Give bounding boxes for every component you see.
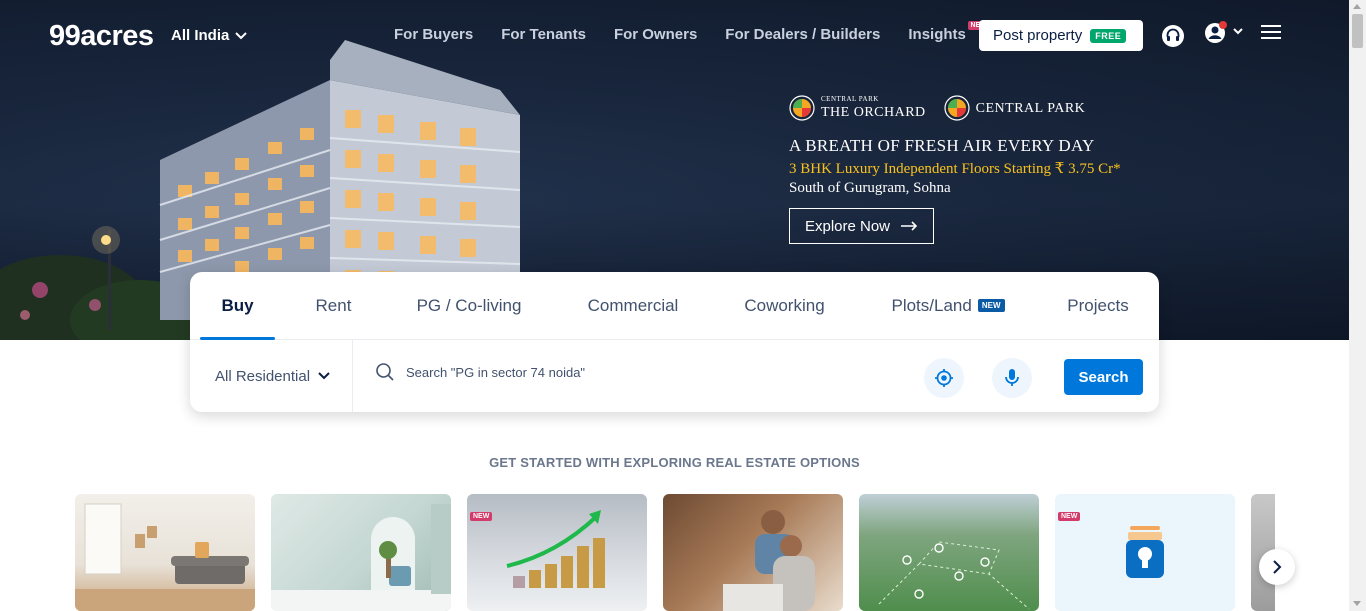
scrollbar-thumb[interactable] [1352, 14, 1363, 48]
ad-location: South of Gurugram, Sohna [789, 180, 951, 196]
brand2-name: CENTRAL PARK [975, 100, 1086, 116]
arrow-right-icon [901, 221, 918, 231]
user-account-menu[interactable] [1204, 21, 1246, 50]
detect-location-button[interactable] [924, 358, 964, 398]
explore-cards-carousel: NEW NEW [75, 494, 1275, 611]
property-type-label: All Residential [215, 367, 311, 385]
nav-for-buyers[interactable]: For Buyers [394, 26, 473, 43]
logo[interactable]: 99acres [49, 20, 154, 53]
chevron-down-icon [318, 372, 330, 380]
tab-projects[interactable]: Projects [1037, 272, 1159, 339]
tab-pg-co-living[interactable]: PG / Co-living [382, 272, 556, 339]
land-plots-image [878, 541, 1030, 610]
user-avatar-icon [1205, 21, 1243, 43]
voice-search-button[interactable] [992, 358, 1032, 398]
new-badge: NEW [977, 299, 1005, 312]
explore-card-investing[interactable]: NEW [467, 494, 647, 611]
tab-buy[interactable]: Buy [190, 272, 285, 340]
search-icon [376, 363, 394, 381]
search-panel: Buy Rent PG / Co-living Commercial Cowor… [190, 272, 1159, 412]
nav-for-tenants[interactable]: For Tenants [501, 26, 586, 43]
new-badge: NEW [470, 512, 493, 521]
explore-now-label: Explore Now [804, 217, 891, 235]
living-room-image [75, 503, 255, 611]
post-property-label: Post property [993, 27, 1083, 44]
page: 99acres All India For Buyers For Tenants… [0, 0, 1366, 611]
tab-plots-land[interactable]: Plots/Land NEW [859, 272, 1037, 339]
explore-now-button[interactable]: Explore Now [789, 208, 934, 244]
microphone-icon [1005, 369, 1019, 386]
room-with-plant-image [271, 504, 451, 611]
main-nav: For Buyers For Tenants For Owners For De… [394, 21, 994, 43]
location-target-icon [935, 369, 953, 387]
chevron-down-icon [235, 31, 248, 39]
nav-for-owners[interactable]: For Owners [614, 26, 697, 43]
coins-growth-image [506, 510, 605, 588]
explore-card-insights[interactable]: NEW [1055, 494, 1235, 611]
hamburger-menu-icon[interactable] [1261, 24, 1281, 45]
free-badge: FREE [1090, 28, 1127, 43]
scroll-down-arrow-icon[interactable] [1353, 601, 1361, 606]
nav-insights[interactable]: InsightsNEW [908, 21, 990, 43]
brand1-big: THE ORCHARD [821, 105, 926, 120]
explore-card-plots[interactable] [859, 494, 1039, 611]
search-button[interactable]: Search [1064, 359, 1143, 395]
explore-section-title: GET STARTED WITH EXPLORING REAL ESTATE O… [489, 455, 860, 470]
tab-coworking[interactable]: Coworking [710, 272, 859, 339]
support-headset-icon[interactable] [1161, 24, 1185, 53]
project-advertisement: CENTRAL PARK THE ORCHARD CENTRAL PARK A … [789, 92, 1121, 244]
search-input-wrapper [375, 362, 886, 382]
scroll-up-arrow-icon[interactable] [1353, 4, 1361, 9]
property-type-dropdown[interactable]: All Residential [190, 340, 353, 412]
tab-commercial[interactable]: Commercial [556, 272, 710, 339]
central-park-emblem-icon [789, 95, 815, 121]
chevron-right-icon [1273, 560, 1282, 574]
couple-at-home-image [723, 510, 815, 611]
nav-for-dealers-builders[interactable]: For Dealers / Builders [725, 26, 880, 43]
page-scrollbar[interactable] [1349, 0, 1366, 611]
ad-headline: A BREATH OF FRESH AIR EVERY DAY [789, 136, 1095, 155]
brand-the-orchard: CENTRAL PARK THE ORCHARD [789, 95, 926, 121]
post-property-button[interactable]: Post property FREE [979, 20, 1143, 51]
new-badge: NEW [1058, 512, 1081, 521]
ad-brand-logos: CENTRAL PARK THE ORCHARD CENTRAL PARK [789, 92, 1121, 124]
region-selector[interactable]: All India [171, 27, 248, 44]
search-bar: All Residential Search [190, 340, 1159, 412]
explore-card-renting[interactable] [271, 494, 451, 611]
central-park-emblem-icon [944, 95, 970, 121]
explore-card-buying[interactable] [75, 494, 255, 611]
search-tabs: Buy Rent PG / Co-living Commercial Cowor… [190, 272, 1159, 340]
tab-rent[interactable]: Rent [285, 272, 382, 339]
explore-card-home-loans[interactable] [663, 494, 843, 611]
brand-central-park: CENTRAL PARK [944, 95, 1086, 121]
carousel-next-button[interactable] [1259, 549, 1295, 585]
lightbulb-icon [1126, 526, 1164, 578]
ad-offer: 3 BHK Luxury Independent Floors Starting… [789, 161, 1121, 177]
top-header: 99acres All India For Buyers For Tenants… [0, 0, 1349, 70]
region-label: All India [171, 27, 230, 44]
brand1-small: CENTRAL PARK [821, 95, 879, 103]
search-input[interactable] [406, 364, 886, 380]
